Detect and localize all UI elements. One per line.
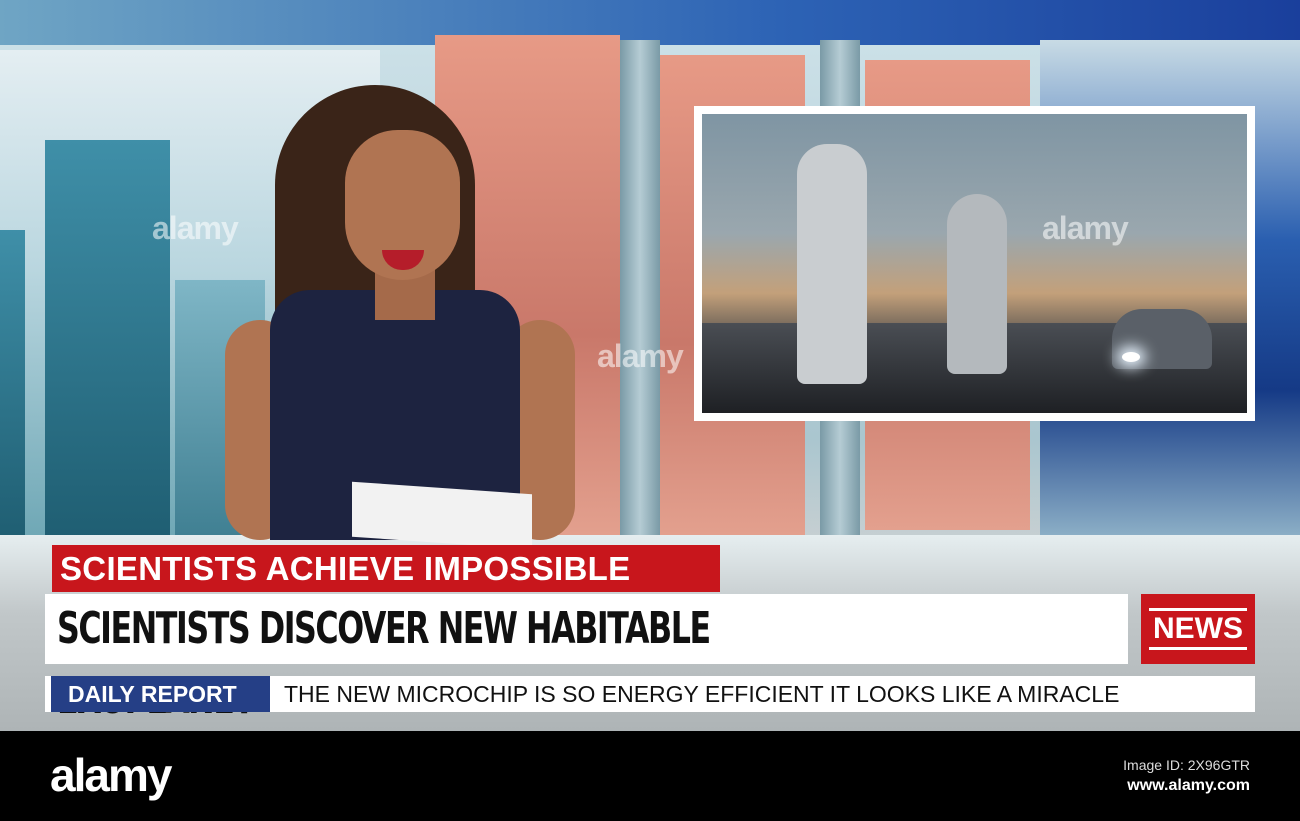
image-id: Image ID: 2X96GTR xyxy=(1123,757,1250,773)
watermark: alamy xyxy=(152,210,239,246)
headline-bar: SCIENTISTS DISCOVER NEW HABITABLE EXOPLA… xyxy=(45,594,1128,724)
inset-video-frame xyxy=(694,106,1255,421)
site-link[interactable]: www.alamy.com xyxy=(1127,777,1250,795)
watermark: alamy xyxy=(597,338,684,374)
alamy-logo: alamy xyxy=(50,749,172,801)
footer-bar xyxy=(0,731,1300,821)
watermark: alamy xyxy=(1042,210,1129,246)
astronauts-image xyxy=(702,114,1247,413)
news-studio-scene: alamy alamy alamy SCIENTISTS ACHIEVE IMP… xyxy=(0,0,1300,731)
category-banner: SCIENTISTS ACHIEVE IMPOSSIBLE xyxy=(52,545,720,592)
news-badge: NEWS xyxy=(1141,594,1255,664)
news-badge-label: NEWS xyxy=(1153,612,1243,645)
ticker-text: THE NEW MICROCHIP IS SO ENERGY EFFICIENT… xyxy=(284,680,1120,707)
studio-light-band xyxy=(0,0,1300,45)
pillar xyxy=(620,40,660,540)
news-ticker: DAILY REPORT THE NEW MICROCHIP IS SO ENE… xyxy=(45,676,1255,712)
ticker-label: DAILY REPORT xyxy=(51,676,270,712)
